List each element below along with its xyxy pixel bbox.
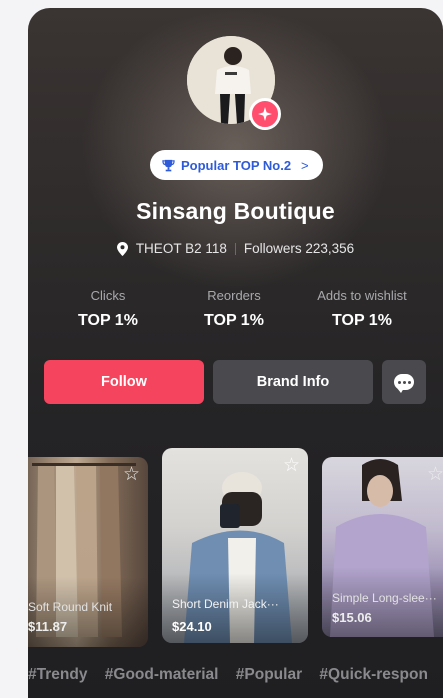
stat-wishlist: Adds to wishlist TOP 1% — [292, 288, 432, 330]
hashtag[interactable]: #Good-material — [105, 666, 219, 683]
product-name: Simple Long-slee··· — [332, 591, 437, 605]
product-price: $24.10 — [172, 619, 212, 634]
stat-label: Adds to wishlist — [317, 288, 407, 303]
chat-bubble-icon — [394, 374, 414, 393]
stat-clicks: Clicks TOP 1% — [38, 288, 178, 330]
hashtag-list: #Trendy #Good-material #Popular #Quick-r… — [28, 666, 441, 684]
product-price: $15.06 — [332, 610, 372, 625]
chevron-right-icon: > — [301, 157, 309, 173]
product-price: $11.87 — [28, 619, 68, 634]
hashtag[interactable]: #Popular — [236, 666, 302, 683]
stat-value: TOP 1% — [78, 312, 138, 329]
shop-meta: THEOT B2 118 Followers 223,356 — [28, 241, 443, 256]
wishlist-star-icon[interactable]: ☆ — [283, 456, 300, 475]
sparkle-badge-icon — [249, 98, 281, 130]
trophy-icon — [162, 159, 175, 171]
followers-count: Followers 223,356 — [243, 241, 355, 256]
meta-divider — [234, 242, 236, 255]
product-card[interactable]: ☆ Short Denim Jack··· $24.10 — [162, 448, 308, 643]
shop-name: Sinsang Boutique — [136, 198, 335, 224]
rank-label: Popular TOP No.2 — [181, 157, 292, 173]
product-card[interactable]: ☆ Simple Long-slee··· $15.06 — [322, 457, 443, 637]
popular-rank-badge[interactable]: Popular TOP No.2 > — [150, 150, 323, 180]
brand-info-button[interactable]: Brand Info — [213, 360, 373, 404]
shop-location: THEOT B2 118 — [135, 241, 227, 256]
product-name: Soft Round Knit — [28, 600, 113, 614]
stat-value: TOP 1% — [204, 312, 264, 329]
product-carousel[interactable]: ☆ Soft Round Knit $11.87 ☆ Short Denim J… — [28, 448, 443, 648]
hashtag[interactable]: #Trendy — [28, 666, 87, 683]
wishlist-star-icon[interactable]: ☆ — [123, 465, 140, 484]
stat-label: Clicks — [90, 288, 126, 303]
shop-profile-card: Popular TOP No.2 > Sinsang Boutique THEO… — [28, 8, 443, 698]
wishlist-star-icon[interactable]: ☆ — [427, 465, 443, 484]
chat-button[interactable] — [382, 360, 426, 404]
product-card[interactable]: ☆ Soft Round Knit $11.87 — [28, 457, 148, 647]
hashtag[interactable]: #Quick-respon — [319, 666, 428, 683]
product-name: Short Denim Jack··· — [172, 597, 279, 611]
location-pin-icon — [116, 241, 128, 256]
stat-reorders: Reorders TOP 1% — [164, 288, 304, 330]
stat-label: Reorders — [207, 288, 261, 303]
shop-avatar[interactable] — [187, 36, 281, 130]
follow-button[interactable]: Follow — [44, 360, 204, 404]
shop-stats: Clicks TOP 1% Reorders TOP 1% Adds to wi… — [28, 288, 443, 348]
stat-value: TOP 1% — [332, 312, 392, 329]
